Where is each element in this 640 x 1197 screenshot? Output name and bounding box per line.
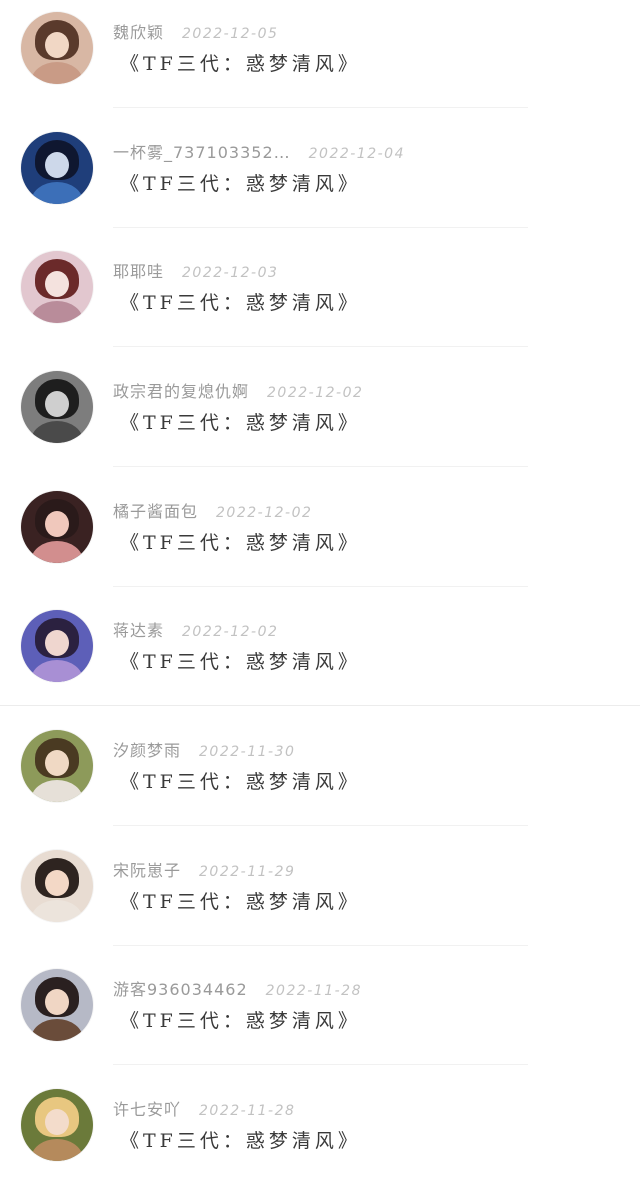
comment-item[interactable]: 橘子酱面包 2022-12-02 《TF三代：惑梦清风》 (0, 479, 640, 599)
comment-item[interactable]: 宋阮崽子 2022-11-29 《TF三代：惑梦清风》 (0, 838, 640, 958)
comment-text: 《TF三代：惑梦清风》 (120, 771, 361, 793)
comment-meta: 一杯雾_737103352… 2022-12-04 (113, 141, 405, 165)
comment-date: 2022-12-02 (267, 385, 364, 401)
avatar-face (45, 152, 69, 178)
username[interactable]: 耶耶哇 (113, 260, 164, 284)
comment-text: 《TF三代：惑梦清风》 (120, 412, 361, 434)
comment-text: 《TF三代：惑梦清风》 (120, 891, 361, 913)
divider (113, 1064, 528, 1065)
avatar-face (45, 630, 69, 656)
avatar-body (31, 900, 83, 922)
divider (0, 705, 640, 706)
avatar-face (45, 989, 69, 1015)
username[interactable]: 蒋达素 (113, 619, 164, 643)
avatar-body (31, 660, 83, 682)
comment-item[interactable]: 魏欣颖 2022-12-05 《TF三代：惑梦清风》 (0, 0, 640, 120)
divider (113, 107, 528, 108)
comment-item[interactable]: 一杯雾_737103352… 2022-12-04 《TF三代：惑梦清风》 (0, 120, 640, 240)
avatar-body (31, 1019, 83, 1041)
avatar[interactable] (21, 491, 93, 563)
avatar[interactable] (21, 371, 93, 443)
avatar[interactable] (21, 132, 93, 204)
comment-text: 《TF三代：惑梦清风》 (120, 173, 361, 195)
comment-date: 2022-12-05 (182, 26, 279, 42)
comment-item[interactable]: 游客936034462 2022-11-28 《TF三代：惑梦清风》 (0, 957, 640, 1077)
username[interactable]: 宋阮崽子 (113, 859, 181, 883)
avatar-face (45, 1109, 69, 1135)
comment-date: 2022-12-03 (182, 265, 279, 281)
comment-date: 2022-11-28 (265, 983, 362, 999)
comment-text: 《TF三代：惑梦清风》 (120, 651, 361, 673)
comment-meta: 魏欣颖 2022-12-05 (113, 21, 278, 45)
username[interactable]: 一杯雾_737103352… (113, 141, 291, 165)
avatar[interactable] (21, 730, 93, 802)
username[interactable]: 政宗君的复熄仇婀 (113, 380, 249, 404)
username[interactable]: 许七安吖 (113, 1098, 181, 1122)
avatar-face (45, 750, 69, 776)
comment-meta: 许七安吖 2022-11-28 (113, 1098, 295, 1122)
comment-text: 《TF三代：惑梦清风》 (120, 1130, 361, 1152)
comment-item[interactable]: 政宗君的复熄仇婀 2022-12-02 《TF三代：惑梦清风》 (0, 359, 640, 479)
divider (113, 227, 528, 228)
divider (113, 586, 528, 587)
comment-date: 2022-12-02 (216, 505, 313, 521)
username[interactable]: 汐颜梦雨 (113, 739, 181, 763)
comment-meta: 橘子酱面包 2022-12-02 (113, 500, 312, 524)
avatar[interactable] (21, 969, 93, 1041)
avatar-body (31, 541, 83, 563)
avatar-body (31, 421, 83, 443)
comment-meta: 游客936034462 2022-11-28 (113, 978, 362, 1002)
comment-text: 《TF三代：惑梦清风》 (120, 53, 361, 75)
avatar[interactable] (21, 251, 93, 323)
divider (113, 945, 528, 946)
divider (113, 346, 528, 347)
comment-item[interactable]: 许七安吖 2022-11-28 《TF三代：惑梦清风》 (0, 1077, 640, 1197)
comment-meta: 耶耶哇 2022-12-03 (113, 260, 278, 284)
comment-date: 2022-12-04 (308, 146, 405, 162)
comment-date: 2022-12-02 (182, 624, 279, 640)
avatar[interactable] (21, 610, 93, 682)
comment-item[interactable]: 汐颜梦雨 2022-11-30 《TF三代：惑梦清风》 (0, 718, 640, 838)
comment-text: 《TF三代：惑梦清风》 (120, 532, 361, 554)
comment-meta: 宋阮崽子 2022-11-29 (113, 859, 295, 883)
username[interactable]: 橘子酱面包 (113, 500, 198, 524)
comment-date: 2022-11-30 (199, 744, 296, 760)
avatar-face (45, 271, 69, 297)
avatar[interactable] (21, 12, 93, 84)
avatar-body (31, 780, 83, 802)
avatar-body (31, 182, 83, 204)
comment-item[interactable]: 蒋达素 2022-12-02 《TF三代：惑梦清风》 (0, 598, 640, 718)
avatar-face (45, 32, 69, 58)
divider (113, 825, 528, 826)
avatar-body (31, 301, 83, 323)
comment-item[interactable]: 耶耶哇 2022-12-03 《TF三代：惑梦清风》 (0, 239, 640, 359)
avatar[interactable] (21, 850, 93, 922)
avatar-face (45, 511, 69, 537)
avatar-body (31, 1139, 83, 1161)
avatar-face (45, 391, 69, 417)
comment-meta: 蒋达素 2022-12-02 (113, 619, 278, 643)
avatar-body (31, 62, 83, 84)
avatar-face (45, 870, 69, 896)
avatar[interactable] (21, 1089, 93, 1161)
comment-meta: 汐颜梦雨 2022-11-30 (113, 739, 295, 763)
username[interactable]: 游客936034462 (113, 978, 248, 1002)
comment-list: 魏欣颖 2022-12-05 《TF三代：惑梦清风》 一杯雾_737103352… 20… (0, 0, 640, 1172)
comment-text: 《TF三代：惑梦清风》 (120, 1010, 361, 1032)
username[interactable]: 魏欣颖 (113, 21, 164, 45)
comment-date: 2022-11-28 (199, 1103, 296, 1119)
divider (113, 466, 528, 467)
comment-text: 《TF三代：惑梦清风》 (120, 292, 361, 314)
comment-meta: 政宗君的复熄仇婀 2022-12-02 (113, 380, 363, 404)
comment-date: 2022-11-29 (199, 864, 296, 880)
